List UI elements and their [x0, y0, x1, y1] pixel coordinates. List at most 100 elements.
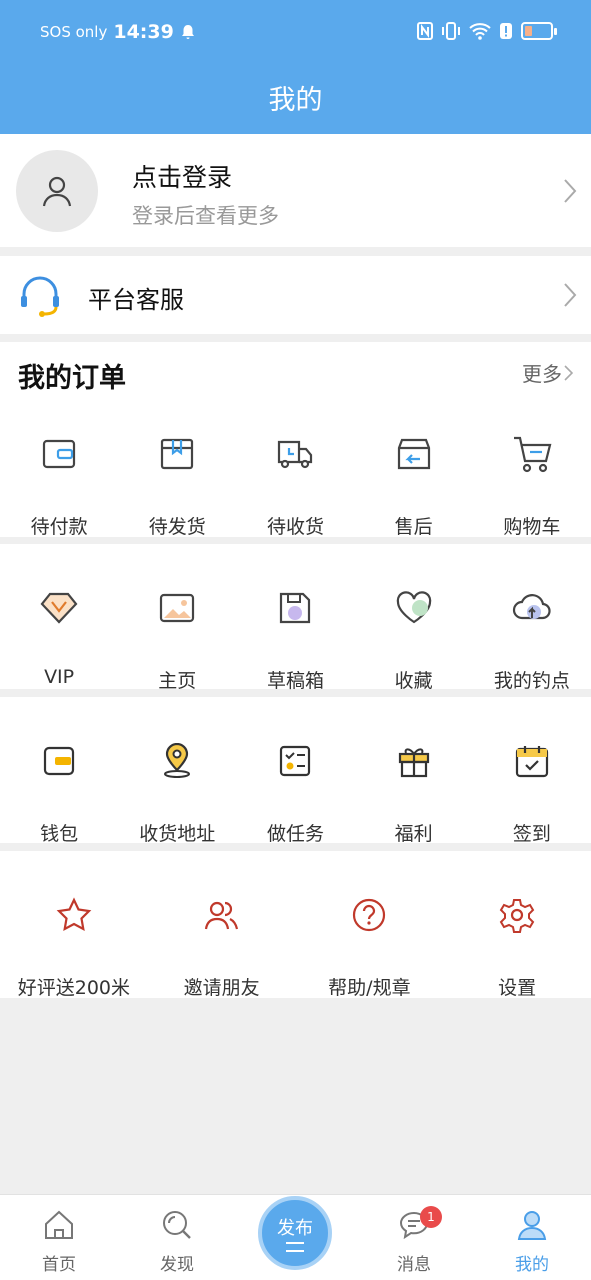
publish-icon [286, 1242, 304, 1252]
customer-service-row[interactable]: 平台客服 [0, 256, 591, 334]
orders-title: 我的订单 [18, 363, 126, 394]
tab-home[interactable]: 首页 [0, 1195, 118, 1280]
tab-messages[interactable]: 消息 [355, 1195, 473, 1280]
tab-label: 发现 [160, 1255, 194, 1275]
login-card[interactable]: 点击登录 登录后查看更多 [0, 134, 591, 247]
benefits-entry[interactable]: 福利 [355, 741, 473, 846]
wallet-yellow-icon [43, 746, 75, 776]
location-pin-icon [164, 743, 191, 778]
home-icon [45, 1210, 73, 1239]
order-item-label: 待发货 [148, 516, 206, 538]
vibrate-icon [442, 22, 460, 40]
task-list-icon [280, 745, 311, 777]
order-item-label: 购物车 [503, 516, 561, 538]
avatar[interactable] [16, 150, 98, 232]
message-badge: 1 [420, 1206, 442, 1228]
order-pending-receipt[interactable]: 待收货 [236, 434, 354, 539]
order-pending-payment[interactable]: 待付款 [0, 434, 118, 539]
carrier-text: SOS only [40, 23, 108, 41]
feature-label: 收货地址 [139, 823, 216, 845]
tab-label: 消息 [397, 1255, 431, 1275]
order-pending-shipment[interactable]: 待发货 [118, 434, 236, 539]
features-row-2: 钱包 收货地址 做任务 福利 签到 [0, 697, 591, 846]
customer-service-label[interactable]: 平台客服 [88, 280, 184, 315]
features-row-3: 好评送200米 邀请朋友 帮助/规章 设置 [0, 851, 591, 1000]
order-item-label: 待收货 [266, 516, 324, 538]
feature-label: 我的钓点 [493, 670, 570, 692]
feature-label: 帮助/规章 [328, 977, 411, 999]
feature-label: 收藏 [394, 670, 433, 692]
order-after-sales[interactable]: 售后 [355, 434, 473, 539]
tab-discover[interactable]: 发现 [118, 1195, 236, 1280]
feature-label: 邀请朋友 [183, 977, 260, 999]
calendar-check-icon [515, 746, 548, 778]
heart-icon [396, 591, 431, 624]
clock-text: 14:39 [113, 21, 174, 43]
tab-profile[interactable]: 我的 [473, 1195, 591, 1280]
tab-label: 首页 [42, 1255, 76, 1275]
app-header: SOS only 14:39 我的 [0, 0, 591, 134]
feature-label: 做任务 [266, 823, 324, 845]
return-box-icon [397, 438, 430, 470]
profile-icon [517, 1211, 547, 1240]
feature-label: 签到 [512, 823, 551, 845]
help-rules-entry[interactable]: 帮助/规章 [296, 895, 444, 1000]
feature-label: 设置 [498, 977, 537, 999]
draft-icon [280, 592, 311, 624]
bell-icon [181, 25, 194, 39]
feature-label: 主页 [158, 670, 197, 692]
cloud-upload-icon [512, 594, 551, 620]
order-item-label: 售后 [394, 516, 433, 538]
order-cart[interactable]: 购物车 [473, 434, 591, 539]
help-icon [353, 898, 386, 932]
settings-entry[interactable]: 设置 [443, 895, 591, 1000]
chevron-right-icon [564, 179, 577, 203]
friends-icon [204, 901, 238, 930]
orders-section: 我的订单 更多 待付款 待发货 待收货 售后 购物车 [0, 342, 591, 539]
battery-icon [521, 22, 557, 40]
cart-icon [513, 436, 552, 473]
invite-friends-entry[interactable]: 邀请朋友 [148, 895, 296, 1000]
publish-button[interactable]: 发布 [258, 1196, 332, 1270]
vip-entry[interactable]: VIP [0, 588, 118, 693]
feature-label: VIP [44, 666, 75, 688]
box-icon [161, 438, 194, 470]
checkin-entry[interactable]: 签到 [473, 741, 591, 846]
user-icon [42, 176, 72, 207]
features-row-1: VIP 主页 草稿箱 收藏 我的钓点 [0, 544, 591, 692]
feature-label: 福利 [394, 823, 433, 845]
homepage-entry[interactable]: 主页 [118, 588, 236, 693]
vip-diamond-icon [40, 592, 78, 624]
truck-icon [278, 440, 313, 469]
feature-label: 草稿箱 [266, 670, 324, 692]
star-icon [56, 897, 92, 932]
image-icon [160, 593, 195, 623]
login-title[interactable]: 点击登录 [132, 158, 232, 194]
page-title: 我的 [268, 85, 323, 116]
feature-label: 好评送200米 [17, 977, 130, 999]
wallet-icon [42, 439, 76, 469]
order-item-label: 待付款 [30, 516, 88, 538]
wifi-icon [469, 23, 491, 40]
discover-icon [163, 1211, 191, 1239]
orders-more-label[interactable]: 更多 [522, 358, 562, 387]
tab-label: 我的 [515, 1255, 549, 1275]
settings-icon [499, 899, 535, 933]
headset-icon [21, 276, 59, 317]
login-subtitle: 登录后查看更多 [132, 204, 279, 228]
alert-icon [500, 23, 512, 39]
favorites-entry[interactable]: 收藏 [355, 588, 473, 693]
address-entry[interactable]: 收货地址 [118, 741, 236, 846]
gift-icon [398, 748, 429, 778]
my-spots-entry[interactable]: 我的钓点 [473, 588, 591, 693]
feature-label: 钱包 [40, 823, 79, 845]
chevron-right-icon [564, 364, 573, 381]
drafts-entry[interactable]: 草稿箱 [236, 588, 354, 693]
chevron-right-icon [564, 283, 577, 307]
publish-label[interactable]: 发布 [262, 1214, 328, 1240]
wallet-entry[interactable]: 钱包 [0, 741, 118, 846]
orders-more-link[interactable]: 更多 [522, 358, 573, 387]
status-bar: SOS only 14:39 [0, 0, 591, 66]
review-reward-entry[interactable]: 好评送200米 [0, 895, 148, 1000]
tasks-entry[interactable]: 做任务 [236, 741, 354, 846]
